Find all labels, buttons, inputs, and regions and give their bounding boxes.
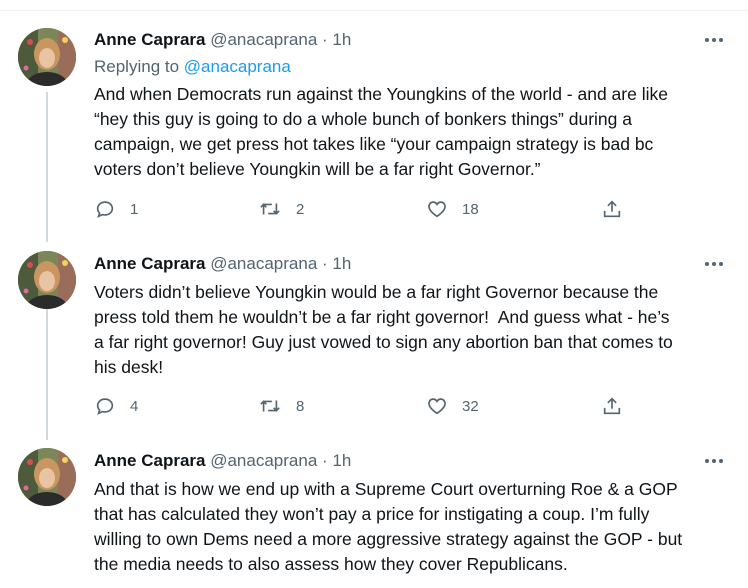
tweet-text: And that is how we end up with a Supreme… <box>94 479 683 574</box>
reply-bubble-icon <box>96 398 114 415</box>
more-options-button[interactable] <box>702 450 726 472</box>
heart-icon <box>428 201 446 218</box>
more-horizontal-icon <box>705 459 723 463</box>
user-handle[interactable]: @anacaprana <box>210 30 317 49</box>
more-horizontal-icon <box>705 262 723 266</box>
top-divider <box>0 10 748 11</box>
like-button[interactable]: 32 <box>426 394 479 418</box>
avatar[interactable] <box>18 251 76 309</box>
user-handle[interactable]: @anacaprana <box>210 451 317 470</box>
tweet-actions: 1 2 18 <box>94 197 634 221</box>
replying-to-mention[interactable]: @anacaprana <box>184 57 291 76</box>
display-name[interactable]: Anne Caprara <box>94 451 205 470</box>
reply-button[interactable]: 4 <box>94 394 138 418</box>
more-options-button[interactable] <box>702 253 726 275</box>
separator-dot: · <box>322 451 328 470</box>
avatar[interactable] <box>18 448 76 506</box>
separator-dot: · <box>322 254 328 273</box>
share-button[interactable] <box>601 197 623 221</box>
share-button[interactable] <box>601 394 623 418</box>
retweet-icon <box>260 203 280 215</box>
heart-icon <box>428 398 446 415</box>
like-button[interactable]: 18 <box>426 197 479 221</box>
like-count: 18 <box>462 200 479 218</box>
replying-to-label: Replying to <box>94 57 184 76</box>
share-upload-icon <box>603 397 621 415</box>
retweet-button[interactable]: 2 <box>258 197 304 221</box>
retweet-icon <box>260 400 280 412</box>
separator-dot: · <box>322 30 328 49</box>
reply-count: 4 <box>130 397 139 415</box>
more-horizontal-icon <box>705 38 723 42</box>
replying-to: Replying to @anacaprana <box>94 56 291 78</box>
reply-button[interactable]: 1 <box>94 197 138 221</box>
user-handle[interactable]: @anacaprana <box>210 254 317 273</box>
tweet-actions: 4 8 32 <box>94 394 634 418</box>
tweet-header: Anne Caprara @anacaprana · 1h <box>94 450 351 472</box>
tweet-header: Anne Caprara @anacaprana · 1h <box>94 253 351 275</box>
reply-count: 1 <box>130 200 139 218</box>
retweet-button[interactable]: 8 <box>258 394 304 418</box>
timestamp[interactable]: 1h <box>332 30 351 49</box>
timestamp[interactable]: 1h <box>332 254 351 273</box>
reply-bubble-icon <box>96 201 114 218</box>
display-name[interactable]: Anne Caprara <box>94 254 205 273</box>
tweet-header: Anne Caprara @anacaprana · 1h <box>94 29 351 51</box>
tweet-text: Voters didn’t believe Youngkin would be … <box>94 282 673 377</box>
thread-connector-line <box>46 92 48 242</box>
thread-connector-line <box>46 288 48 440</box>
timestamp[interactable]: 1h <box>332 451 351 470</box>
avatar[interactable] <box>18 28 76 86</box>
tweet-text: And when Democrats run against the Young… <box>94 84 668 179</box>
share-upload-icon <box>603 200 621 218</box>
like-count: 32 <box>462 397 479 415</box>
more-options-button[interactable] <box>702 29 726 51</box>
display-name[interactable]: Anne Caprara <box>94 30 205 49</box>
retweet-count: 2 <box>296 200 305 218</box>
retweet-count: 8 <box>296 397 305 415</box>
